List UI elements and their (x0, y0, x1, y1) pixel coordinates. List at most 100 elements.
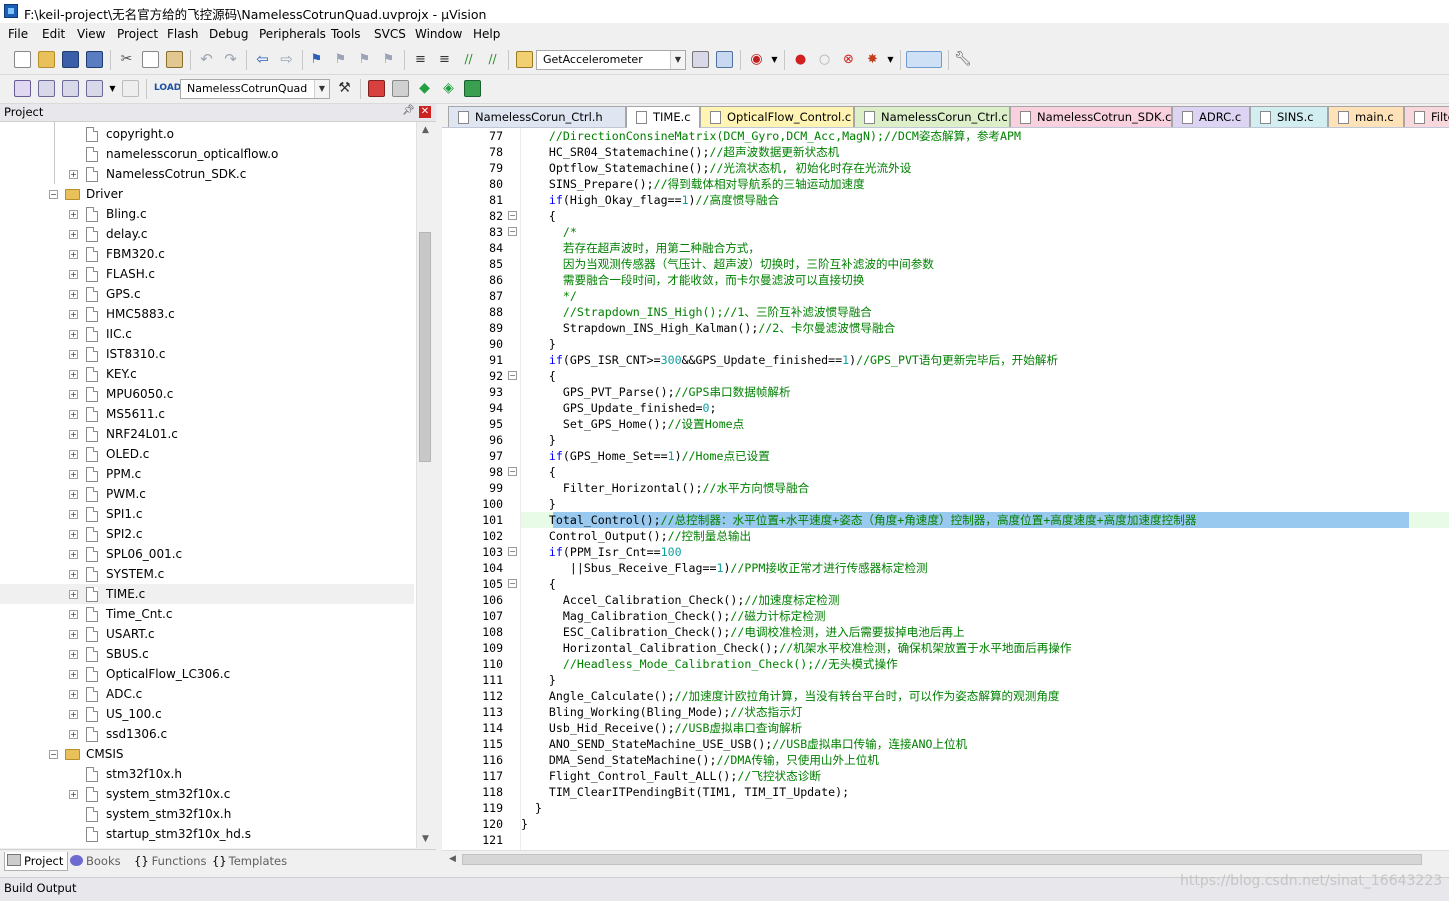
menu-window[interactable]: Window (415, 27, 462, 41)
expand-icon[interactable]: + (69, 790, 78, 799)
expand-icon[interactable]: + (69, 330, 78, 339)
code-line[interactable]: 120} (442, 816, 1449, 832)
code-line[interactable]: 94 GPS_Update_finished=0; (442, 400, 1449, 416)
bookmark-prev-icon[interactable]: ⚑ (332, 51, 349, 68)
expand-icon[interactable]: + (69, 410, 78, 419)
tree-file[interactable]: + GPS.c (0, 284, 414, 304)
code-line[interactable]: 115 ANO_SEND_StateMachine_USE_USB();//US… (442, 736, 1449, 752)
menu-view[interactable]: View (77, 27, 105, 41)
expand-icon[interactable]: + (69, 210, 78, 219)
tree-file[interactable]: + NRF24L01.c (0, 424, 414, 444)
menu-svcs[interactable]: SVCS (374, 27, 406, 41)
tree-file[interactable]: + SBUS.c (0, 644, 414, 664)
fold-toggle-icon[interactable]: − (508, 371, 517, 380)
fold-toggle-icon[interactable]: − (508, 547, 517, 556)
code-line[interactable]: 93 GPS_PVT_Parse();//GPS串口数据帧解析 (442, 384, 1449, 400)
expand-icon[interactable]: + (69, 530, 78, 539)
editor-tab[interactable]: ADRC.c (1172, 106, 1250, 127)
tree-file[interactable]: + FLASH.c (0, 264, 414, 284)
select-packs-icon[interactable]: ◈ (440, 80, 457, 97)
window-layout-icon[interactable] (906, 51, 942, 68)
code-line[interactable]: 88 //Strapdown_INS_High();//1、三阶互补滤波惯导融合 (442, 304, 1449, 320)
tab-project[interactable]: Project (4, 852, 68, 871)
tree-file[interactable]: + OLED.c (0, 444, 414, 464)
expand-icon[interactable]: + (69, 270, 78, 279)
tree-file[interactable]: + USART.c (0, 624, 414, 644)
fold-toggle-icon[interactable]: − (508, 579, 517, 588)
code-line[interactable]: 82− { (442, 208, 1449, 224)
tree-file[interactable]: copyright.o (0, 124, 414, 144)
code-line[interactable]: 89 Strapdown_INS_High_Kalman();//2、卡尔曼滤波… (442, 320, 1449, 336)
manage-run-time-environment-icon[interactable] (464, 80, 481, 97)
tree-file[interactable]: namelesscorun_opticalflow.o (0, 144, 414, 164)
chevron-down-icon[interactable]: ▼ (104, 80, 121, 97)
tree-file[interactable]: + IST8310.c (0, 344, 414, 364)
expand-icon[interactable]: + (69, 650, 78, 659)
editor-tab[interactable]: main.c (1328, 106, 1404, 127)
build-icon[interactable] (38, 80, 55, 97)
code-line[interactable]: 113 Bling_Working(Bling_Mode);//状态指示灯 (442, 704, 1449, 720)
configure-wrench-icon[interactable]: 🔧︎ (954, 51, 972, 68)
pin-icon[interactable]: 📌︎ (402, 105, 415, 116)
expand-icon[interactable]: + (69, 730, 78, 739)
code-line[interactable]: 119 } (442, 800, 1449, 816)
expand-icon[interactable]: + (69, 670, 78, 679)
scroll-down-icon[interactable]: ▼ (417, 831, 434, 848)
expand-icon[interactable]: + (69, 430, 78, 439)
tab-templates[interactable]: {} Templates (212, 852, 288, 870)
chevron-down-icon[interactable]: ▼ (314, 80, 329, 98)
expand-icon[interactable]: + (69, 310, 78, 319)
tab-books[interactable]: Books (70, 852, 126, 870)
menu-debug[interactable]: Debug (209, 27, 248, 41)
tree-file[interactable]: + MPU6050.c (0, 384, 414, 404)
expand-icon[interactable]: + (69, 250, 78, 259)
code-line[interactable]: 80 SINS_Prepare();//得到载体相对导航系的三轴运动加速度 (442, 176, 1449, 192)
menu-peripherals[interactable]: Peripherals (259, 27, 326, 41)
tree-file[interactable]: + PWM.c (0, 484, 414, 504)
collapse-icon[interactable]: − (49, 750, 58, 759)
open-file-icon[interactable] (38, 51, 55, 68)
source-browser-icon[interactable] (716, 51, 733, 68)
fold-toggle-icon[interactable]: − (508, 467, 517, 476)
code-line[interactable]: 118 TIM_ClearITPendingBit(TIM1, TIM_IT_U… (442, 784, 1449, 800)
menu-project[interactable]: Project (117, 27, 158, 41)
rebuild-icon[interactable] (62, 80, 79, 97)
code-line[interactable]: 102 Control_Output();//控制量总输出 (442, 528, 1449, 544)
new-file-icon[interactable] (14, 51, 31, 68)
tree-file[interactable]: + FBM320.c (0, 244, 414, 264)
code-line[interactable]: 85 因为当观测传感器（气压计、超声波）切换时，三阶互补滤波的中间参数 (442, 256, 1449, 272)
code-line[interactable]: 100 } (442, 496, 1449, 512)
code-line[interactable]: 114 Usb_Hid_Receive();//USB虚拟串口查询解析 (442, 720, 1449, 736)
fold-toggle-icon[interactable]: − (508, 211, 517, 220)
paste-icon[interactable] (166, 51, 183, 68)
code-line[interactable]: 106 Accel_Calibration_Check();//加速度标定检测 (442, 592, 1449, 608)
manage-project-items-icon[interactable] (368, 80, 385, 97)
editor-tab[interactable]: NamelessCotrun_SDK.c (1010, 106, 1172, 127)
tree-file[interactable]: + delay.c (0, 224, 414, 244)
tree-file[interactable]: + MS5611.c (0, 404, 414, 424)
tree-file[interactable]: stm32f10x.h (0, 764, 414, 784)
save-icon[interactable] (62, 51, 79, 68)
editor-tab[interactable]: Filter (1404, 106, 1449, 127)
translate-icon[interactable] (14, 80, 31, 97)
tree-file[interactable]: + ssd1306.c (0, 724, 414, 744)
tree-file[interactable]: + NamelessCotrun_SDK.c (0, 164, 414, 184)
expand-icon[interactable]: + (69, 470, 78, 479)
code-line[interactable]: 81 if(High_Okay_flag==1)//高度惯导融合 (442, 192, 1449, 208)
bookmark-next-icon[interactable]: ⚑ (356, 51, 373, 68)
tree-file[interactable]: + SPL06_001.c (0, 544, 414, 564)
code-line[interactable]: 116 DMA_Send_StateMachine();//DMA传输，只使用山… (442, 752, 1449, 768)
comment-icon[interactable]: // (460, 51, 477, 68)
code-line[interactable]: 96 } (442, 432, 1449, 448)
code-line[interactable]: 98− { (442, 464, 1449, 480)
browse-icon[interactable] (692, 51, 709, 68)
code-line[interactable]: 101 Total_Control();//总控制器：水平位置+水平速度+姿态（… (442, 512, 1449, 528)
code-line[interactable]: 99 Filter_Horizontal();//水平方向惯导融合 (442, 480, 1449, 496)
chevron-down-icon[interactable]: ▼ (882, 51, 899, 68)
unindent-icon[interactable]: ≡ (436, 51, 453, 68)
breakpoint-disable-all-icon[interactable]: ⊗ (840, 51, 857, 68)
expand-icon[interactable]: + (69, 550, 78, 559)
tree-file[interactable]: + ADC.c (0, 684, 414, 704)
copy-icon[interactable] (142, 51, 159, 68)
batch-build-icon[interactable] (86, 80, 103, 97)
